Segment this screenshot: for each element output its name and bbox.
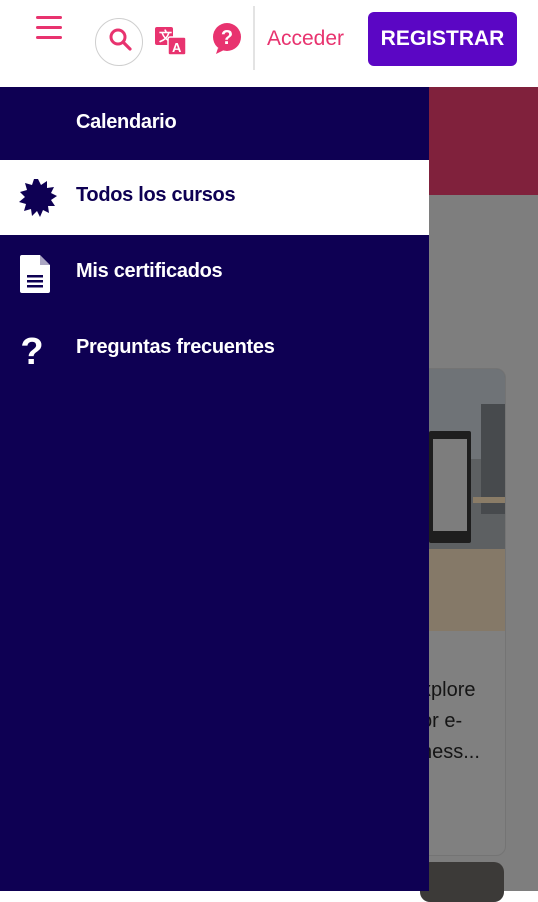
help-button[interactable]: ? <box>212 22 244 56</box>
course-description-line: or e- <box>421 710 463 732</box>
course-description: xplore or e- ness... <box>421 675 505 768</box>
login-link[interactable]: Acceder <box>267 27 344 51</box>
menu-item-all-courses[interactable]: Todos los cursos <box>0 160 429 235</box>
svg-text:A: A <box>172 40 182 55</box>
course-card[interactable]: xplore or e- ness... <box>420 368 506 856</box>
help-icon: ? <box>213 23 241 54</box>
header-divider <box>253 6 255 70</box>
course-description-line: xplore <box>421 679 476 701</box>
menu-item-label: Mis certificados <box>76 260 223 282</box>
side-drawer: Calendario Todos los cursos Mis certific… <box>0 87 429 891</box>
document-icon <box>20 255 50 293</box>
course-card[interactable] <box>420 862 504 902</box>
register-button[interactable]: REGISTRAR <box>368 12 517 66</box>
top-header: 文 A ? Acceder REGISTRAR <box>0 0 538 87</box>
translate-icon: 文 A <box>155 27 187 56</box>
search-icon <box>109 28 132 51</box>
badge-icon <box>19 179 57 217</box>
hamburger-menu-icon[interactable] <box>36 16 70 46</box>
menu-item-calendar[interactable]: Calendario <box>0 87 429 162</box>
question-icon: ? <box>20 331 43 370</box>
menu-item-label: Preguntas frecuentes <box>76 336 275 358</box>
menu-item-faq[interactable]: ? Preguntas frecuentes <box>0 312 429 387</box>
svg-text:?: ? <box>20 331 43 370</box>
menu-item-label: Calendario <box>76 111 177 133</box>
menu-item-label: Todos los cursos <box>76 184 236 206</box>
search-button[interactable] <box>95 18 143 66</box>
course-image <box>421 369 505 631</box>
svg-text:?: ? <box>221 27 233 49</box>
translate-button[interactable]: 文 A <box>154 25 188 57</box>
course-description-line: ness... <box>421 741 480 763</box>
menu-item-certificates[interactable]: Mis certificados <box>0 236 429 311</box>
